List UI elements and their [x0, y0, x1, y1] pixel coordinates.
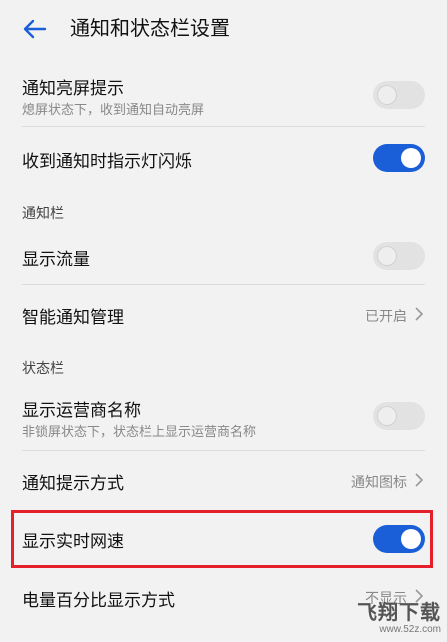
setting-label: 通知提示方式	[22, 474, 124, 493]
app-bar: 通知和状态栏设置	[0, 0, 447, 58]
watermark-brand: 飞翔下载	[357, 602, 441, 624]
toggle-knob	[377, 246, 397, 266]
setting-label: 电量百分比显示方式	[22, 591, 175, 610]
setting-label: 显示运营商名称	[22, 401, 141, 420]
notify-wake-toggle[interactable]	[373, 81, 425, 109]
page-title: 通知和状态栏设置	[70, 18, 230, 40]
divider	[22, 450, 425, 451]
setting-value: 已开启	[365, 308, 407, 324]
section-header-status-bar: 状态栏	[22, 360, 64, 376]
divider	[22, 284, 425, 285]
back-button[interactable]	[20, 14, 50, 44]
section-header-notification-bar: 通知栏	[22, 205, 64, 221]
setting-show-traffic[interactable]: 显示流量	[0, 228, 447, 284]
watermark-logo: 飞翔下载 www.52z.com	[357, 602, 441, 636]
chevron-right-icon	[415, 307, 424, 321]
toggle-knob	[401, 148, 421, 168]
setting-label: 通知亮屏提示	[22, 79, 124, 98]
chevron-right-icon	[415, 473, 424, 487]
setting-label: 智能通知管理	[22, 308, 124, 327]
toggle-knob	[377, 85, 397, 105]
setting-notify-wake[interactable]: 通知亮屏提示 熄屏状态下，收到通知自动亮屏	[0, 66, 447, 124]
setting-carrier-name[interactable]: 显示运营商名称 非锁屏状态下，状态栏上显示运营商名称	[0, 388, 447, 446]
setting-label: 收到通知时指示灯闪烁	[22, 152, 192, 171]
setting-description: 非锁屏状态下，状态栏上显示运营商名称	[22, 424, 257, 439]
setting-notify-style[interactable]: 通知提示方式 通知图标	[0, 452, 447, 508]
watermark-url: www.52z.com	[379, 624, 441, 635]
setting-label: 显示流量	[22, 250, 90, 269]
setting-led-flash[interactable]: 收到通知时指示灯闪烁	[0, 128, 447, 188]
show-traffic-toggle[interactable]	[373, 242, 425, 270]
setting-description: 熄屏状态下，收到通知自动亮屏	[22, 102, 205, 117]
divider	[22, 126, 425, 127]
setting-value: 通知图标	[351, 474, 407, 490]
carrier-name-toggle[interactable]	[373, 402, 425, 430]
back-arrow-icon	[23, 19, 47, 39]
highlight-box	[11, 510, 433, 568]
toggle-knob	[377, 406, 397, 426]
setting-smart-notify[interactable]: 智能通知管理 已开启	[0, 286, 447, 342]
led-flash-toggle[interactable]	[373, 144, 425, 172]
